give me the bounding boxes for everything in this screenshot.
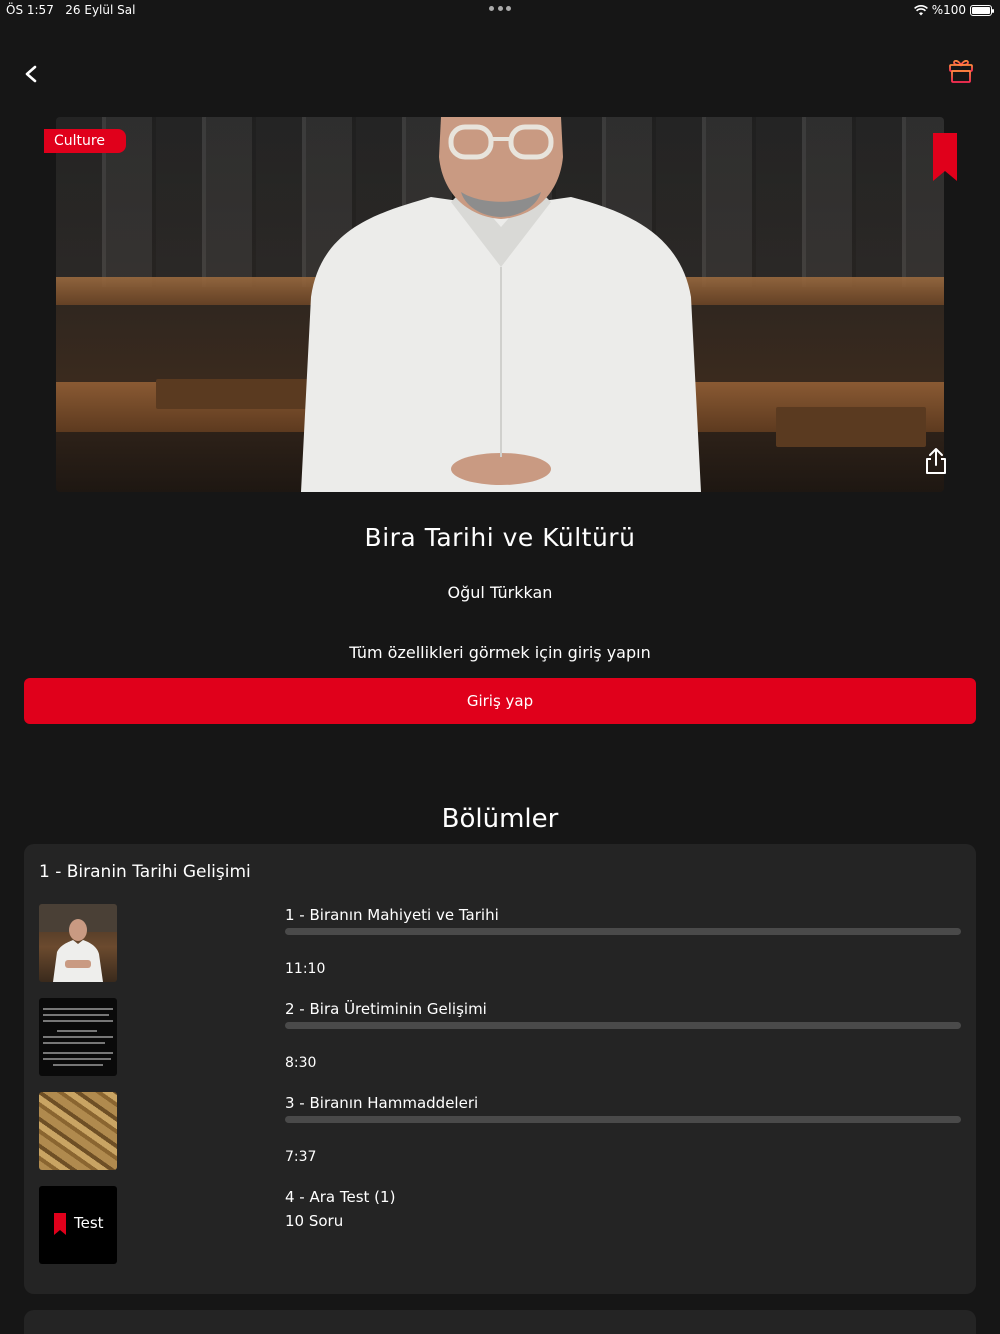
- lesson-thumbnail[interactable]: [39, 1092, 117, 1170]
- lesson-progress-bar: [285, 1116, 961, 1123]
- stool: [776, 407, 926, 447]
- lesson-thumbnail[interactable]: [39, 904, 117, 982]
- thumbnail-text-line: [53, 1064, 103, 1066]
- lesson-item[interactable]: 3 - Biranın Hammaddeleri 7:37: [39, 1092, 961, 1172]
- battery-percent: %100: [931, 3, 966, 17]
- thumbnail-text-line: [43, 1052, 113, 1054]
- lesson-duration: 8:30: [285, 1055, 317, 1071]
- thumbnail-text-line: [43, 1020, 113, 1022]
- thumbnail-text-line: [43, 1042, 105, 1044]
- quiz-question-count: 10 Soru: [285, 1212, 344, 1230]
- status-time: ÖS 1:57: [6, 3, 54, 17]
- login-button[interactable]: Giriş yap: [24, 678, 976, 724]
- bookmark-icon: [54, 1213, 66, 1235]
- quiz-title: 4 - Ara Test (1): [285, 1188, 396, 1206]
- thumbnail-text-line: [43, 1008, 113, 1010]
- lesson-item[interactable]: 2 - Bira Üretiminin Gelişimi 8:30: [39, 998, 961, 1078]
- chevron-left-icon[interactable]: [18, 60, 46, 88]
- course-hero-image[interactable]: [56, 117, 944, 492]
- instructor-name[interactable]: Oğul Türkkan: [0, 583, 1000, 602]
- bookmark-icon[interactable]: [933, 133, 957, 181]
- lesson-title: 2 - Bira Üretiminin Gelişimi: [285, 1000, 487, 1018]
- lesson-progress-bar: [285, 928, 961, 935]
- login-hint: Tüm özellikleri görmek için giriş yapın: [349, 643, 651, 662]
- lesson-item[interactable]: 1 - Biranın Mahiyeti ve Tarihi 11:10: [39, 904, 961, 984]
- quiz-thumbnail[interactable]: Test: [39, 1186, 117, 1264]
- status-time-date: ÖS 1:57 26 Eylül Sal: [6, 3, 135, 17]
- quiz-thumbnail-label: Test: [74, 1214, 104, 1232]
- lesson-duration: 11:10: [285, 961, 326, 977]
- lesson-thumbnail[interactable]: [39, 998, 117, 1076]
- status-right: %100: [913, 3, 994, 17]
- chapter-card: 1 - Biranin Tarihi Gelişimi 1 - Biranın …: [24, 844, 976, 1294]
- instructor-photo: [301, 117, 701, 492]
- chapter-card-next[interactable]: [24, 1310, 976, 1334]
- instructor-thumbnail-image: [39, 904, 117, 982]
- course-title: Bira Tarihi ve Kültürü: [364, 523, 636, 552]
- multitasking-dots-icon[interactable]: [489, 6, 511, 12]
- lesson-duration: 7:37: [285, 1149, 317, 1165]
- lesson-title: 1 - Biranın Mahiyeti ve Tarihi: [285, 906, 499, 924]
- thumbnail-text-line: [43, 1036, 113, 1038]
- status-bar: ÖS 1:57 26 Eylül Sal %100: [0, 0, 1000, 22]
- lesson-progress-bar: [285, 1022, 961, 1029]
- sections-heading: Bölümler: [441, 804, 559, 834]
- category-tag: Culture: [44, 129, 126, 153]
- quiz-item[interactable]: Test 4 - Ara Test (1) 10 Soru: [39, 1186, 961, 1266]
- thumbnail-text-line: [57, 1030, 97, 1032]
- thumbnail-text-line: [43, 1058, 111, 1060]
- lesson-title: 3 - Biranın Hammaddeleri: [285, 1094, 479, 1112]
- gift-icon[interactable]: [946, 56, 976, 86]
- wifi-icon: [913, 4, 928, 15]
- chapter-title[interactable]: 1 - Biranin Tarihi Gelişimi: [39, 862, 251, 882]
- share-icon[interactable]: [922, 446, 950, 476]
- thumbnail-text-line: [43, 1014, 109, 1016]
- stool: [156, 379, 316, 409]
- battery-icon: [970, 4, 994, 16]
- status-date: 26 Eylül Sal: [65, 3, 136, 17]
